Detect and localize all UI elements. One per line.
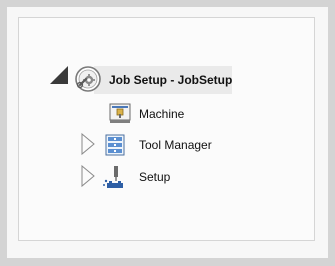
collapse-triangle-icon[interactable] — [48, 64, 70, 86]
tree-panel — [18, 17, 315, 241]
tree-item-setup[interactable]: Setup — [139, 169, 170, 185]
expand-triangle-icon[interactable] — [80, 132, 96, 156]
expand-triangle-icon[interactable] — [80, 164, 96, 188]
setup-icon — [103, 166, 123, 188]
tool-manager-icon — [105, 134, 125, 156]
tree-item-machine[interactable]: Machine — [139, 106, 184, 122]
machine-icon — [109, 103, 131, 123]
job-setup-icon — [75, 66, 101, 92]
root-label[interactable]: Job Setup - JobSetup — [109, 72, 232, 88]
tree-item-tool-manager[interactable]: Tool Manager — [139, 137, 212, 153]
